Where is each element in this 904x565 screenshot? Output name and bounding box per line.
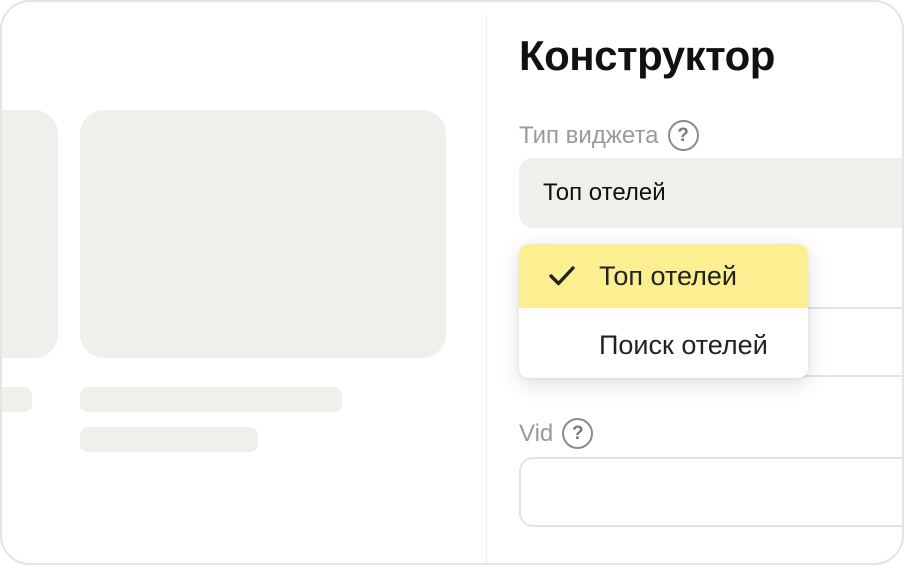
- widget-type-label-text: Тип виджета: [519, 121, 659, 149]
- dropdown-option-label: Топ отелей: [599, 260, 737, 291]
- dropdown-option-label: Поиск отелей: [599, 330, 768, 360]
- skeleton-card-main: [80, 110, 446, 358]
- widget-preview: [0, 0, 486, 565]
- widget-type-label: Тип виджета ?: [519, 120, 699, 151]
- checkmark-icon: [549, 266, 575, 286]
- skeleton-line-subtitle: [80, 427, 258, 452]
- widget-type-select[interactable]: Топ отелей: [519, 158, 904, 228]
- vid-label-text: Vid: [519, 419, 554, 447]
- skeleton-line-left: [0, 387, 32, 412]
- page-title: Конструктор: [519, 32, 775, 79]
- question-circle-icon[interactable]: ?: [667, 120, 699, 151]
- dropdown-option-top-hotels[interactable]: Топ отелей: [519, 244, 808, 308]
- skeleton-card-left: [0, 110, 58, 358]
- dropdown-option-hotel-search[interactable]: Поиск отелей: [519, 314, 808, 377]
- vid-input[interactable]: [519, 457, 904, 527]
- vid-label: Vid ?: [519, 418, 594, 449]
- skeleton-line-title: [80, 387, 342, 412]
- widget-type-selected-value: Топ отелей: [543, 179, 666, 206]
- widget-type-dropdown: Топ отелей Поиск отелей: [519, 244, 808, 378]
- question-circle-icon[interactable]: ?: [562, 418, 594, 449]
